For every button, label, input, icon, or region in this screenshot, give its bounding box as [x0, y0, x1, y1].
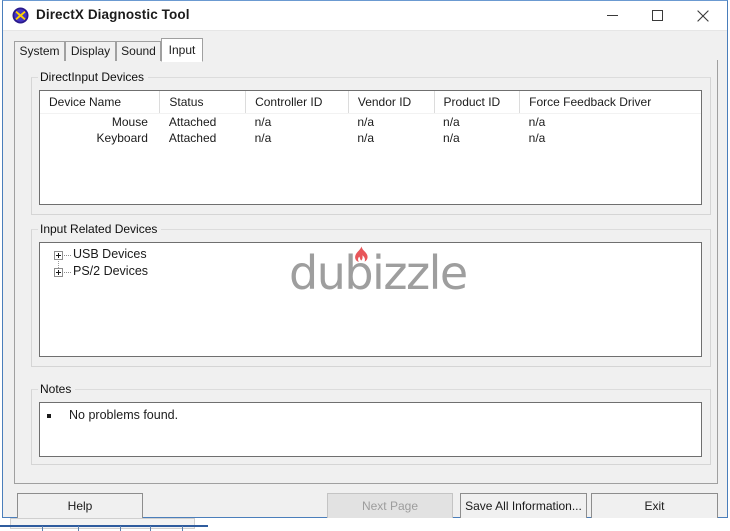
column-header-product-id[interactable]: Product ID [434, 91, 521, 114]
next-page-button[interactable]: Next Page [327, 493, 453, 519]
taskbar-accent-line [0, 525, 208, 527]
cell-status: Attached [168, 131, 217, 145]
table-row[interactable]: Mouse Attached n/a n/a n/a n/a [40, 114, 701, 131]
tab-display-label: Display [70, 44, 111, 58]
taskbar-tick [78, 526, 79, 531]
column-header-force-feedback-driver[interactable]: Force Feedback Driver [519, 91, 701, 114]
device-table: Device Name Status Controller ID Vendor … [40, 91, 701, 146]
tab-input[interactable]: Input [161, 38, 203, 62]
exit-button[interactable]: Exit [591, 493, 718, 519]
bullet-icon [47, 414, 51, 418]
save-all-information-button[interactable]: Save All Information... [460, 493, 587, 519]
cell-device-name: Mouse [111, 115, 148, 129]
expand-plus-icon[interactable] [54, 251, 63, 260]
directinput-devices-group: DirectInput Devices Device Name Status C… [31, 70, 711, 215]
input-related-devices-tree[interactable]: USB Devices PS/2 Devices [39, 242, 702, 357]
close-icon [696, 9, 709, 22]
taskbar-tick [120, 526, 121, 531]
maximize-button[interactable] [635, 1, 680, 30]
tree-connector-icon [64, 272, 71, 274]
taskbar-tick [182, 526, 183, 531]
tree-item-label: PS/2 Devices [73, 264, 149, 278]
directinput-devices-legend: DirectInput Devices [38, 70, 149, 84]
tab-sound-label: Sound [121, 44, 156, 58]
input-related-devices-legend: Input Related Devices [38, 222, 162, 236]
cell-force-feedback-driver: n/a [528, 131, 546, 145]
help-button[interactable]: Help [17, 493, 143, 519]
cell-vendor-id: n/a [357, 115, 375, 129]
title-bar: DirectX Diagnostic Tool [3, 1, 727, 31]
expand-plus-icon[interactable] [54, 268, 63, 277]
cell-vendor-id: n/a [357, 131, 375, 145]
cell-product-id: n/a [443, 115, 460, 129]
window-title: DirectX Diagnostic Tool [36, 7, 190, 22]
cell-device-name: Keyboard [96, 131, 148, 145]
taskbar-search-box[interactable] [10, 518, 195, 529]
tree-connector-icon [64, 255, 71, 257]
column-header-controller-id[interactable]: Controller ID [245, 91, 349, 114]
maximize-icon [652, 10, 663, 21]
tree-item-label: USB Devices [73, 247, 147, 261]
taskbar-tick [150, 526, 151, 531]
tab-display[interactable]: Display [65, 41, 116, 61]
cell-status: Attached [168, 115, 217, 129]
cell-controller-id: n/a [254, 131, 272, 145]
note-text: No problems found. [69, 408, 179, 422]
notes-pane[interactable]: No problems found. [39, 402, 702, 457]
directx-diagnostic-window: DirectX Diagnostic Tool System Display S [2, 0, 728, 519]
tab-system-label: System [19, 44, 60, 58]
table-row[interactable]: Keyboard Attached n/a n/a n/a n/a [40, 130, 701, 146]
cell-controller-id: n/a [254, 115, 272, 129]
taskbar-tick [42, 526, 43, 531]
cell-product-id: n/a [443, 131, 460, 145]
tree-item-ps2-devices[interactable]: PS/2 Devices [40, 264, 701, 281]
close-button[interactable] [680, 1, 725, 30]
column-header-device-name[interactable]: Device Name [40, 91, 161, 114]
tab-sound[interactable]: Sound [116, 41, 161, 61]
tab-input-label: Input [168, 43, 196, 57]
notes-legend: Notes [38, 382, 76, 396]
minimize-button[interactable] [590, 1, 635, 30]
note-item: No problems found. [40, 408, 701, 425]
tab-system[interactable]: System [14, 41, 65, 61]
notes-group: Notes No problems found. [31, 382, 711, 465]
input-related-devices-group: Input Related Devices USB Devices PS/2 D… [31, 222, 711, 367]
directinput-devices-list[interactable]: Device Name Status Controller ID Vendor … [39, 90, 702, 205]
tab-strip: System Display Sound Input [14, 38, 718, 62]
column-header-vendor-id[interactable]: Vendor ID [348, 91, 435, 114]
cell-force-feedback-driver: n/a [528, 115, 546, 129]
directx-icon [12, 7, 29, 24]
table-header-row: Device Name Status Controller ID Vendor … [40, 91, 701, 114]
tree-item-usb-devices[interactable]: USB Devices [40, 247, 701, 264]
column-header-status[interactable]: Status [159, 91, 247, 114]
taskbar-sliver [0, 518, 730, 531]
minimize-icon [607, 15, 618, 16]
